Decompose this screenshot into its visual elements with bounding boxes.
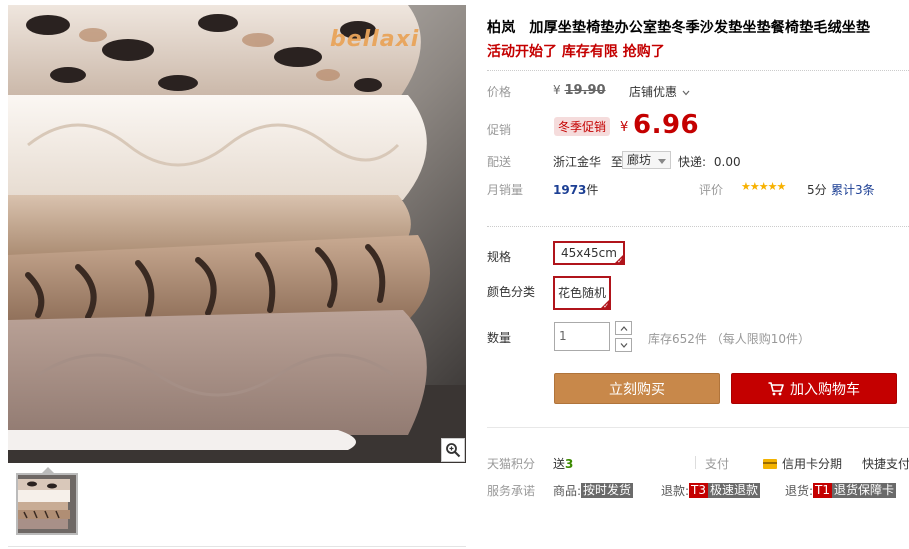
check-icon: ✓: [603, 302, 610, 310]
shop-discount-dropdown[interactable]: 店铺优惠: [629, 83, 690, 100]
arrow-down-icon: [620, 342, 627, 348]
credit-installment-link[interactable]: 信用卡分期: [763, 455, 842, 472]
monthly-sales: 1973件: [553, 181, 598, 198]
divider: [487, 226, 909, 227]
monthly-sales-unit: 件: [586, 183, 599, 197]
credit-installment-text: 信用卡分期: [782, 457, 843, 471]
product-brand: 柏岚: [487, 20, 516, 36]
cushion-stack-illustration: [8, 5, 466, 463]
tmall-points: 送3: [553, 455, 573, 472]
points-prefix: 送: [553, 457, 566, 471]
ship-from: 浙江金华 至: [553, 153, 623, 170]
quantity-input[interactable]: 1: [554, 322, 610, 351]
arrow-up-icon: [620, 325, 627, 331]
destination-value: 廊坊: [627, 153, 652, 167]
brand-logo: bellaxi: [330, 27, 420, 52]
return-guarantee-badge[interactable]: 退货保障卡: [832, 483, 897, 498]
promo-currency: ¥: [620, 120, 629, 135]
promo-label: 促销: [487, 123, 512, 137]
promise-return: 退货: T1 退货保障卡: [785, 482, 897, 499]
promise-refund: 退款: T3 极速退款: [661, 482, 761, 499]
shipping-fee-label: 快递:: [678, 155, 707, 169]
caret-down-icon: [657, 159, 666, 164]
promise-goods: 商品: 按时发货: [553, 482, 634, 499]
original-price-value: 19.90: [564, 83, 606, 98]
promo-price: 6.96: [633, 110, 700, 140]
rating-score: 5分: [807, 183, 827, 197]
quick-pay-link[interactable]: 快捷支付: [862, 455, 909, 472]
monthly-sales-label: 月销量: [487, 183, 524, 197]
fast-refund-badge[interactable]: 极速退款: [708, 483, 761, 498]
monthly-sales-count: 1973: [553, 183, 587, 197]
service-promise-label: 服务承诺: [487, 484, 536, 498]
separator: [695, 456, 696, 469]
zoom-button[interactable]: [441, 438, 465, 462]
cart-icon: [768, 381, 784, 396]
thumbnail-1[interactable]: [16, 473, 78, 535]
promo-tag: 冬季促销: [554, 117, 611, 136]
rating-stars: ★★★★★: [741, 180, 786, 193]
reviews-link[interactable]: 累计3条: [831, 181, 875, 198]
buy-now-button[interactable]: 立刻购买: [554, 373, 720, 404]
color-option-text: 花色随机: [558, 286, 607, 300]
shop-discount-label: 店铺优惠: [629, 85, 678, 99]
thumbnail-strip: [8, 463, 466, 547]
return-badge-code: T1: [813, 483, 833, 498]
ship-from-location: 浙江金华: [553, 155, 602, 169]
product-title-text: 加厚坐垫椅垫办公室垫冬季沙发垫坐垫餐椅垫毛绒坐垫: [529, 20, 871, 36]
currency-symbol: ¥: [553, 83, 561, 97]
spec-label: 规格: [487, 250, 512, 264]
destination-select[interactable]: 廊坊: [622, 151, 671, 169]
add-to-cart-button[interactable]: 加入购物车: [731, 373, 897, 404]
divider: [487, 70, 909, 71]
shipping-fee: 快递: 0.00: [678, 153, 741, 170]
quantity-label: 数量: [487, 331, 512, 345]
divider: [487, 427, 909, 428]
product-subtitle: 活动开始了 库存有限 抢购了: [487, 44, 665, 60]
thumbnail-image: [18, 475, 76, 533]
add-to-cart-label: 加入购物车: [790, 381, 860, 398]
points-value: 3: [565, 457, 574, 471]
stock-info: 库存652件 （每人限购10件）: [648, 332, 810, 346]
spec-option-text: 45x45cm: [561, 246, 617, 260]
chevron-down-icon: [682, 90, 690, 96]
tmall-points-label: 天猫积分: [487, 457, 536, 471]
credit-card-icon: [763, 458, 777, 469]
shipping-fee-value: 0.00: [713, 155, 741, 169]
color-label: 颜色分类: [487, 285, 536, 299]
payment-label: 支付: [705, 457, 730, 471]
rating-label: 评价: [699, 183, 724, 197]
quantity-decrement[interactable]: [615, 338, 632, 352]
thumbnail-divider: [8, 546, 466, 547]
promise-refund-label: 退款:: [661, 484, 690, 498]
shipping-label: 配送: [487, 155, 512, 169]
zoom-icon: [446, 443, 461, 458]
on-time-shipping-badge[interactable]: 按时发货: [581, 483, 634, 498]
promise-goods-label: 商品:: [553, 484, 582, 498]
spec-option-selected[interactable]: 45x45cm ✓: [553, 241, 625, 265]
color-option-selected[interactable]: 花色随机 ✓: [553, 276, 612, 310]
check-icon: ✓: [617, 257, 623, 265]
price-label: 价格: [487, 85, 512, 99]
original-price: ¥ 19.90: [553, 83, 606, 98]
promise-return-label: 退货:: [785, 484, 814, 498]
quantity-increment[interactable]: [615, 321, 632, 335]
product-main-image[interactable]: bellaxi: [8, 5, 466, 463]
refund-badge-code: T3: [689, 483, 709, 498]
product-title: 柏岚 加厚坐垫椅垫办公室垫冬季沙发垫坐垫餐椅垫毛绒坐垫: [487, 17, 870, 37]
